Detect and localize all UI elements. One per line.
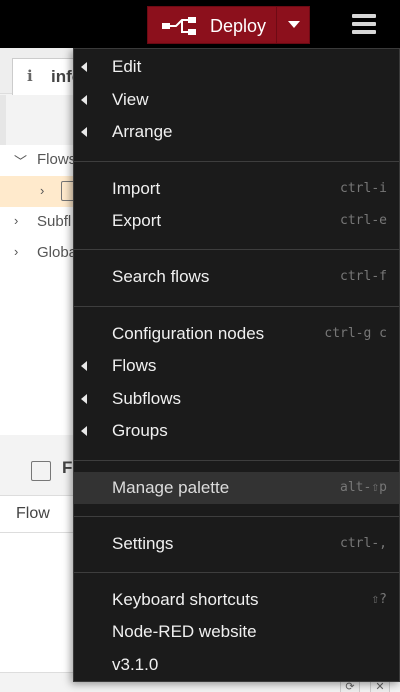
menu-divider [74, 306, 399, 307]
menu-item-label: Node-RED website [112, 622, 257, 641]
menu-item-label: Groups [112, 421, 168, 440]
menu-item-shortcut: alt-⇧p [340, 480, 387, 495]
menu-item-arrange[interactable]: Arrange [74, 116, 399, 148]
chevron-right-icon: › [14, 213, 19, 228]
info-icon: i [27, 67, 33, 85]
sidebar-gutter [0, 95, 6, 145]
menu-item-shortcut: ctrl-f [340, 269, 387, 284]
menu-divider [74, 572, 399, 573]
menu-divider [74, 161, 399, 162]
chevron-right-icon: › [14, 244, 19, 259]
menu-item-groups[interactable]: Groups [74, 415, 399, 447]
submenu-arrow-icon [81, 62, 87, 72]
tree-item-label: Flows [37, 151, 77, 168]
deploy-label: Deploy [210, 16, 267, 36]
menu-item-label: Import [112, 179, 161, 198]
menu-divider [74, 460, 399, 461]
menu-item-shortcut: ctrl-e [340, 213, 387, 228]
menu-divider [74, 516, 399, 517]
menu-item-shortcut: ctrl-g c [324, 326, 387, 341]
submenu-arrow-icon [81, 361, 87, 371]
menu-item-label: Edit [112, 57, 142, 76]
deploy-divider [276, 7, 277, 43]
submenu-arrow-icon [81, 127, 87, 137]
menu-item-export[interactable]: Export ctrl-e [74, 205, 399, 237]
menu-item-manage-palette[interactable]: Manage palette alt-⇧p [74, 472, 399, 504]
info-panel-title: F [62, 458, 73, 477]
menu-item-subflows[interactable]: Subflows [74, 383, 399, 415]
deploy-button[interactable]: Deploy [147, 6, 310, 44]
menu-item-label: Configuration nodes [112, 324, 265, 343]
submenu-arrow-icon [81, 426, 87, 436]
menu-item-label: Arrange [112, 122, 173, 141]
menu-item-view[interactable]: View [74, 84, 399, 116]
chevron-right-icon: › [40, 183, 45, 198]
menu-item-label: Keyboard shortcuts [112, 590, 259, 609]
menu-item-edit[interactable]: Edit [74, 51, 399, 83]
main-menu-icon[interactable] [352, 14, 376, 34]
menu-item-label: Settings [112, 534, 174, 553]
menu-item-label: Flows [112, 356, 157, 375]
menu-item-flows[interactable]: Flows [74, 350, 399, 382]
menu-item-shortcut: ctrl-i [340, 181, 387, 196]
menu-item-import[interactable]: Import ctrl-i [74, 173, 399, 205]
tree-item-label: Subfl [37, 213, 72, 230]
menu-item-label: Search flows [112, 267, 210, 286]
menu-item-label: View [112, 90, 149, 109]
menu-item-node-red-website[interactable]: Node-RED website [74, 616, 399, 648]
deploy-options-icon[interactable] [288, 21, 300, 28]
menu-item-settings[interactable]: Settings ctrl-, [74, 528, 399, 560]
submenu-arrow-icon [81, 394, 87, 404]
chevron-down-icon: ﹀ [14, 154, 28, 169]
flow-icon [31, 461, 51, 481]
menu-item-label: Export [112, 211, 162, 230]
menu-item-keyboard-shortcuts[interactable]: Keyboard shortcuts ⇧? [74, 584, 399, 616]
flow-property-label: Flow [16, 505, 50, 522]
menu-item-version: v3.1.0 [74, 649, 399, 681]
menu-item-search-flows[interactable]: Search flows ctrl-f [74, 261, 399, 293]
menu-item-label: v3.1.0 [112, 655, 159, 674]
menu-item-configuration-nodes[interactable]: Configuration nodes ctrl-g c [74, 318, 399, 350]
tree-item-label: Globa [37, 244, 78, 261]
menu-item-label: Manage palette [112, 478, 230, 497]
deploy-icon [162, 17, 196, 35]
menu-item-shortcut: ctrl-, [340, 536, 387, 551]
submenu-arrow-icon [81, 95, 87, 105]
menu-item-label: Subflows [112, 389, 181, 408]
menu-divider [74, 249, 399, 250]
main-menu-dropdown: Edit View Arrange Import ctrl-i Export c… [73, 48, 400, 682]
menu-item-shortcut: ⇧? [371, 592, 387, 607]
